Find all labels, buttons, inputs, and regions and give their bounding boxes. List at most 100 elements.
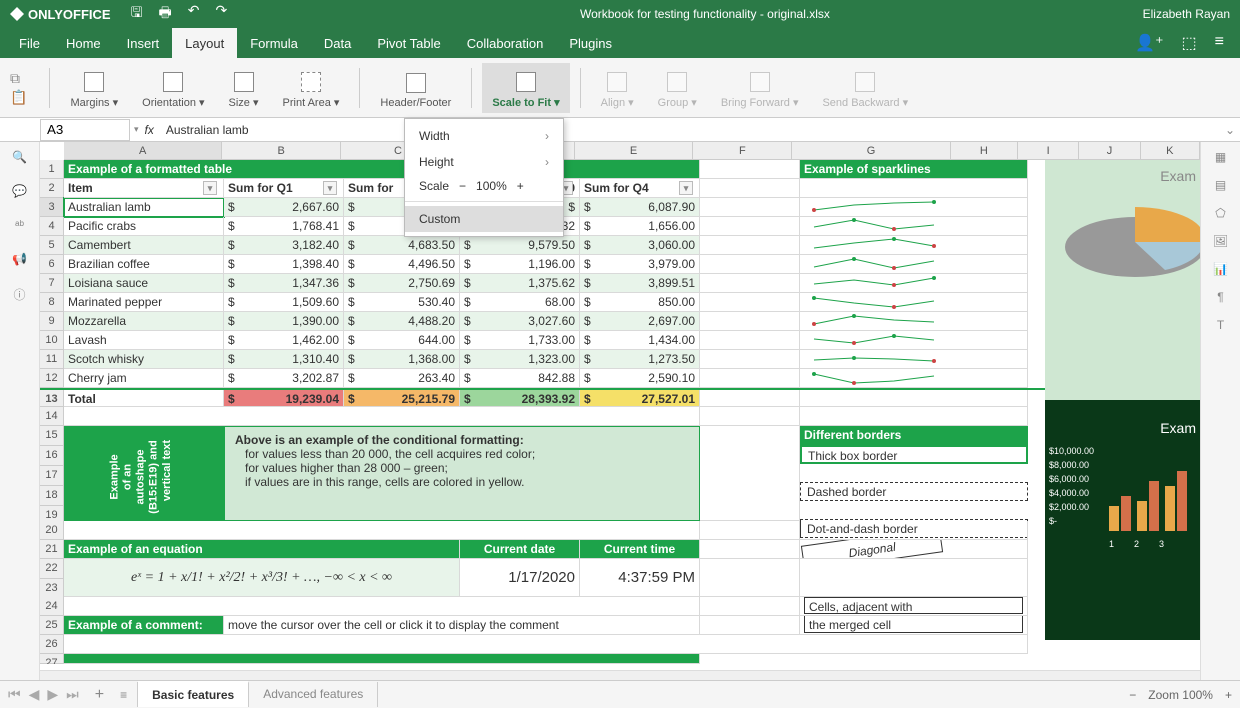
chevron-right-icon	[545, 129, 549, 143]
column-headers: A B C D E F G H I J K	[64, 142, 1200, 160]
sparkline-10	[804, 369, 959, 386]
col-J[interactable]: J	[1079, 142, 1140, 160]
bar-chart-preview[interactable]: Exam $10,000.00$8,000.00$6,000.00$4,000.…	[1045, 400, 1200, 640]
zoom-out-button[interactable]: −	[1129, 688, 1136, 702]
print-icon[interactable]: 🖶	[159, 2, 172, 26]
hdr-item[interactable]: Item	[64, 179, 224, 198]
scale-minus-button[interactable]: −	[459, 179, 466, 193]
sparkline-6	[804, 293, 959, 310]
col-E[interactable]: E	[575, 142, 694, 160]
chart-settings-icon[interactable]: 📊	[1213, 262, 1228, 276]
sparkline-4	[804, 255, 959, 272]
tab-layout[interactable]: Layout	[172, 28, 237, 58]
left-panel: 🔍 💬 ᵃᵇ 📢 ⓘ	[0, 142, 40, 702]
comments-icon[interactable]: 💬	[12, 184, 27, 198]
menu-height[interactable]: Height	[405, 149, 563, 175]
zoom-in-button[interactable]: +	[1225, 688, 1232, 702]
ribbon: ⧉ 📋 Margins ▾ Orientation ▾ Size ▾ Print…	[0, 58, 1240, 118]
shape-settings-icon[interactable]: ⬠	[1215, 206, 1225, 220]
menu-icon[interactable]: ≡	[1215, 33, 1224, 53]
image-settings-icon[interactable]: 🖼	[1213, 234, 1228, 248]
tab-data[interactable]: Data	[311, 28, 364, 58]
sparkline-7	[804, 312, 959, 329]
feedback-icon[interactable]: 📢	[12, 252, 27, 266]
sheet-first-icon[interactable]: ⏮	[8, 686, 21, 703]
copy-icon[interactable]: ⧉	[10, 70, 27, 87]
hdr-q4[interactable]: Sum for Q4	[580, 179, 700, 198]
print-area-button[interactable]: Print Area ▾	[273, 63, 350, 113]
col-G[interactable]: G	[792, 142, 950, 160]
undo-icon[interactable]: ↶	[188, 2, 200, 26]
right-panel: ▦ ▤ ⬠ 🖼 📊 ¶ T	[1200, 142, 1240, 702]
text-settings-icon[interactable]: ¶	[1217, 290, 1223, 304]
col-K[interactable]: K	[1141, 142, 1200, 160]
spreadsheet-grid[interactable]: A B C D E F G H I J K 1 Example of a for…	[40, 142, 1200, 702]
tab-insert[interactable]: Insert	[114, 28, 173, 58]
col-H[interactable]: H	[951, 142, 1018, 160]
col-A[interactable]: A	[64, 142, 222, 160]
sparkline-8	[804, 331, 959, 348]
menu-custom[interactable]: Custom	[405, 206, 563, 232]
tab-formula[interactable]: Formula	[237, 28, 311, 58]
equation-cell[interactable]: eˣ = 1 + x/1! + x²/2! + x³/3! + …, −∞ < …	[64, 559, 460, 597]
thick-border-cell[interactable]: Thick box border	[800, 445, 1028, 464]
tab-plugins[interactable]: Plugins	[556, 28, 625, 58]
tab-file[interactable]: File	[6, 28, 53, 58]
paste-icon[interactable]: 📋	[10, 89, 27, 106]
sheet-tab-advanced[interactable]: Advanced features	[249, 682, 378, 707]
header-footer-button[interactable]: Header/Footer	[370, 63, 461, 113]
add-sheet-button[interactable]: +	[95, 686, 104, 704]
col-I[interactable]: I	[1018, 142, 1079, 160]
menu-width[interactable]: Width	[405, 123, 563, 149]
align-button: Align ▾	[591, 63, 644, 113]
share-icon[interactable]: 👤⁺	[1135, 33, 1163, 53]
sparkline-3	[804, 236, 959, 253]
redo-icon[interactable]: ↷	[215, 2, 227, 26]
expand-formula-icon[interactable]: ⌄	[1220, 123, 1240, 137]
sheet-last-icon[interactable]: ⏭	[66, 686, 79, 703]
spellcheck-icon[interactable]: ᵃᵇ	[15, 218, 24, 232]
sheet-prev-icon[interactable]: ◀	[29, 686, 40, 703]
table-settings-icon[interactable]: ▤	[1215, 178, 1226, 192]
formula-bar: ▾ fx Australian lamb ⌄	[0, 118, 1240, 142]
sparkline-9	[804, 350, 959, 367]
margins-button[interactable]: Margins ▾	[60, 63, 128, 113]
cell-settings-icon[interactable]: ▦	[1215, 150, 1226, 164]
about-icon[interactable]: ⓘ	[13, 286, 25, 303]
conditional-formatting-info[interactable]: Above is an example of the conditional f…	[224, 426, 700, 521]
sparkline-2	[804, 217, 959, 234]
zoom-label: Zoom 100%	[1148, 688, 1213, 702]
menubar: File Home Insert Layout Formula Data Piv…	[0, 28, 1240, 58]
scale-plus-button[interactable]: +	[517, 179, 524, 193]
orientation-button[interactable]: Orientation ▾	[132, 63, 214, 113]
sheet-next-icon[interactable]: ▶	[47, 686, 58, 703]
search-icon[interactable]: 🔍	[12, 150, 27, 164]
cell-A1[interactable]: Example of a formatted table	[64, 160, 700, 179]
save-icon[interactable]: 🖫	[131, 2, 143, 26]
cell-A3[interactable]: Australian lamb	[64, 198, 224, 217]
autoshape-vertical[interactable]: Exampleof an autoshape(B15:E19) and vert…	[64, 426, 224, 521]
hdr-q1[interactable]: Sum for Q1	[224, 179, 344, 198]
dashed-border-cell[interactable]: Dashed border	[800, 482, 1028, 501]
col-F[interactable]: F	[693, 142, 792, 160]
bring-forward-button: Bring Forward ▾	[711, 63, 809, 113]
tab-home[interactable]: Home	[53, 28, 114, 58]
scale-to-fit-button[interactable]: Scale to Fit ▾	[482, 63, 569, 113]
tab-collab[interactable]: Collaboration	[454, 28, 557, 58]
col-B[interactable]: B	[222, 142, 341, 160]
formula-input[interactable]: Australian lamb	[160, 121, 1220, 139]
cell-reference-input[interactable]	[40, 119, 130, 141]
user-name[interactable]: Elizabeth Rayan	[1143, 7, 1230, 21]
horizontal-scrollbar[interactable]	[40, 670, 1200, 680]
sparkline-1	[804, 198, 959, 215]
sparklines-header[interactable]: Example of sparklines	[800, 160, 1028, 179]
open-location-icon[interactable]: ⬚	[1182, 33, 1197, 53]
chevron-right-icon	[545, 155, 549, 169]
borders-header[interactable]: Different borders	[800, 426, 1028, 445]
tab-pivot[interactable]: Pivot Table	[364, 28, 453, 58]
statusbar: ⏮ ◀ ▶ ⏭ + ≡ Basic features Advanced feat…	[0, 680, 1240, 708]
sheet-tab-basic[interactable]: Basic features	[138, 681, 249, 707]
size-button[interactable]: Size ▾	[219, 63, 269, 113]
textart-settings-icon[interactable]: T	[1217, 318, 1224, 332]
sheet-list-icon[interactable]: ≡	[120, 688, 127, 702]
